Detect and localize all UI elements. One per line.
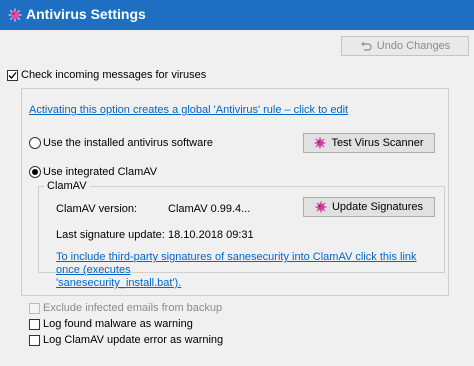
exclude-backup-label: Exclude infected emails from backup [43, 302, 223, 314]
window-title: Antivirus Settings [26, 6, 146, 22]
title-bar: Antivirus Settings [0, 0, 474, 30]
last-update-value: 18.10.2018 09:31 [168, 229, 254, 241]
checkmark-icon [8, 72, 17, 79]
integrated-clamav-radio[interactable] [29, 166, 41, 178]
check-incoming-label: Check incoming messages for viruses [21, 69, 207, 81]
exclude-backup-checkbox[interactable] [29, 303, 40, 314]
log-malware-checkbox[interactable] [29, 319, 40, 330]
virus-icon [8, 8, 22, 22]
integrated-clamav-label: Use integrated ClamAV [43, 166, 158, 178]
check-incoming-checkbox[interactable] [7, 70, 18, 81]
radio-selected-dot [32, 169, 38, 175]
sanesecurity-link[interactable]: To include third-party signatures of san… [56, 251, 441, 290]
virus-icon [314, 137, 327, 149]
undo-icon [360, 41, 372, 51]
virus-icon [315, 201, 327, 213]
installed-antivirus-radio[interactable] [29, 137, 41, 149]
undo-changes-button[interactable]: Undo Changes [341, 36, 469, 56]
log-update-error-label: Log ClamAV update error as warning [43, 334, 224, 346]
sanesecurity-link-line1: To include third-party signatures of san… [56, 251, 417, 276]
update-signatures-button[interactable]: Update Signatures [303, 197, 435, 217]
test-virus-scanner-label: Test Virus Scanner [331, 137, 424, 149]
update-signatures-label: Update Signatures [331, 201, 424, 213]
clamav-version-value: ClamAV 0.99.4... [168, 203, 251, 215]
clamav-group-title: ClamAV [44, 180, 90, 192]
antivirus-rule-link[interactable]: Activating this option creates a global … [29, 104, 348, 116]
test-virus-scanner-button[interactable]: Test Virus Scanner [303, 133, 435, 153]
clamav-version-label: ClamAV version: [56, 203, 138, 215]
installed-antivirus-label: Use the installed antivirus software [43, 137, 213, 149]
log-update-error-checkbox[interactable] [29, 335, 40, 346]
sanesecurity-link-line2: 'sanesecurity_install.bat'). [56, 277, 182, 289]
last-update-label: Last signature update: [56, 229, 165, 241]
undo-changes-label: Undo Changes [376, 40, 451, 52]
log-malware-label: Log found malware as warning [43, 318, 193, 330]
